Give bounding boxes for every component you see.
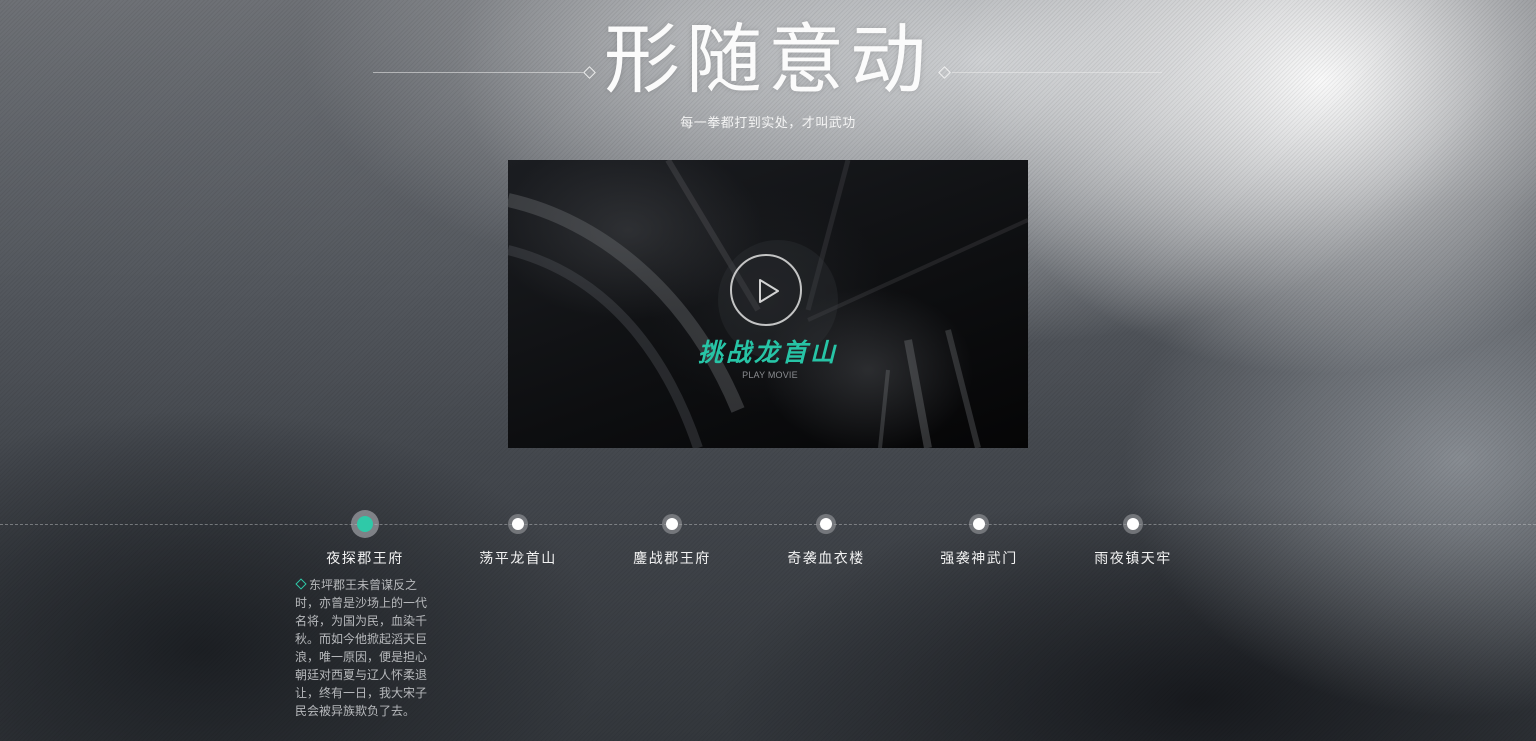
description-text: 东坪郡王未曾谋反之时，亦曾是沙场上的一代名将，为国为民，血染千秋。而如今他掀起滔…	[295, 578, 428, 718]
timeline-dot	[812, 510, 840, 538]
timeline-dot-active	[351, 510, 379, 538]
timeline-dot	[658, 510, 686, 538]
diamond-icon	[295, 578, 307, 590]
section-header: 形随意动 每一拳都打到实处，才叫武功	[0, 14, 1536, 131]
play-icon	[759, 279, 779, 303]
play-movie-label: PLAY MOVIE	[742, 370, 798, 380]
timeline-item-label: 夜探郡王府	[326, 551, 404, 567]
timeline-dot	[1119, 510, 1147, 538]
timeline-item-4[interactable]: 奇袭血衣楼	[766, 510, 886, 568]
video-player[interactable]: 挑战龙首山 PLAY MOVIE	[508, 160, 1028, 448]
video-caption: 挑战龙首山	[697, 338, 838, 367]
timeline-item-2[interactable]: 荡平龙首山	[458, 510, 578, 568]
timeline-item-1[interactable]: 夜探郡王府	[305, 510, 425, 568]
page-title: 形随意动	[604, 15, 932, 104]
timeline-item-label: 强袭神武门	[940, 551, 1018, 567]
title-divider-right	[952, 72, 1162, 73]
timeline-item-label: 鏖战郡王府	[633, 551, 711, 567]
timeline-item-label: 奇袭血衣楼	[787, 551, 865, 567]
page-subtitle: 每一拳都打到实处，才叫武功	[680, 116, 856, 131]
timeline-item-label: 荡平龙首山	[479, 551, 557, 567]
timeline-description: 东坪郡王未曾谋反之时，亦曾是沙场上的一代名将，为国为民，血染千秋。而如今他掀起滔…	[295, 576, 435, 720]
timeline-item-5[interactable]: 强袭神武门	[919, 510, 1039, 568]
timeline-item-6[interactable]: 雨夜镇天牢	[1073, 510, 1193, 568]
play-button[interactable]	[730, 254, 802, 326]
timeline-dot	[965, 510, 993, 538]
timeline-item-3[interactable]: 鏖战郡王府	[612, 510, 732, 568]
timeline-item-label: 雨夜镇天牢	[1094, 551, 1172, 567]
title-row: 形随意动	[0, 14, 1536, 106]
timeline-dot	[504, 510, 532, 538]
